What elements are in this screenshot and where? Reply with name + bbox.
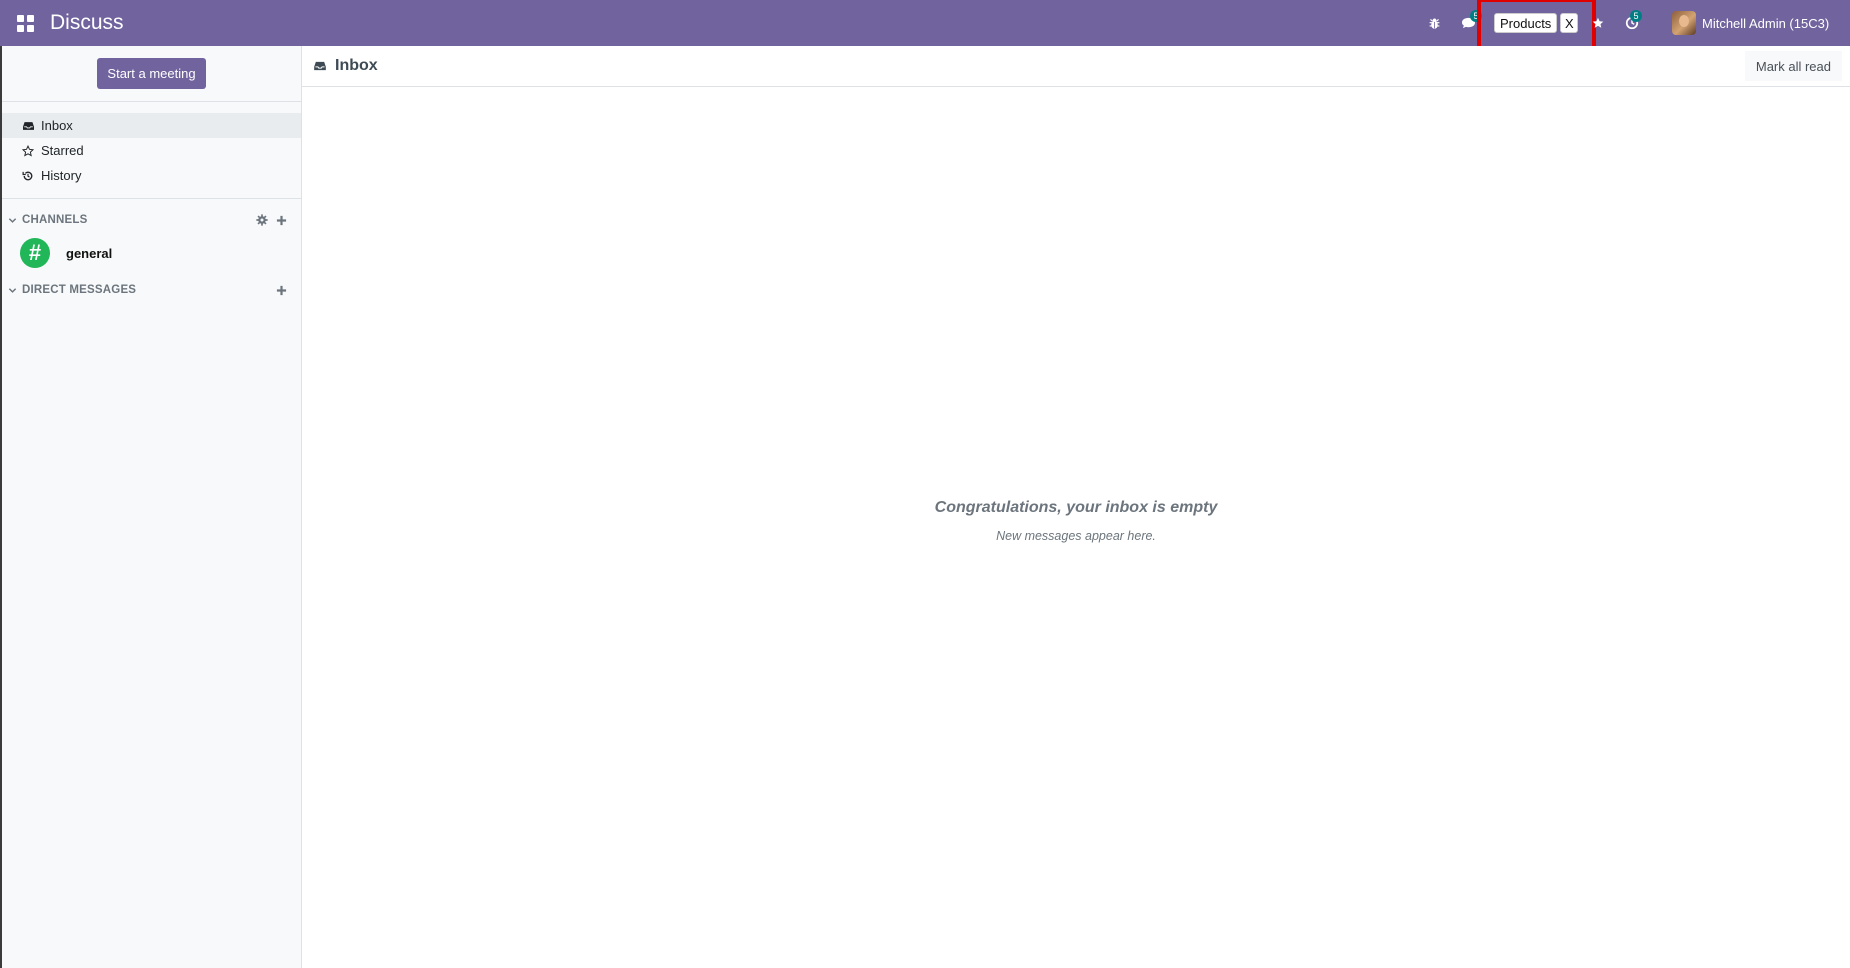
star-outline-icon (21, 144, 35, 158)
sidebar: Start a meeting Inbox Starred History CH… (0, 46, 302, 968)
debug-button[interactable] (1420, 0, 1448, 46)
gear-icon (256, 214, 268, 226)
inbox-icon (21, 119, 35, 133)
top-navbar: Discuss 5 Products X 5 Mitchell Admin (1… (0, 0, 1850, 50)
chat-badge: 5 (1470, 10, 1482, 22)
messaging-menu-button[interactable]: 5 (1452, 0, 1484, 46)
channel-item-general[interactable]: # general (2, 235, 301, 271)
empty-state-title: Congratulations, your inbox is empty (934, 499, 1218, 516)
sidebar-item-history[interactable]: History (2, 163, 301, 188)
favorite-button[interactable] (1586, 0, 1610, 46)
thread-title: Inbox (335, 57, 378, 74)
sidebar-item-label: Inbox (41, 118, 73, 133)
user-name: Mitchell Admin (15C3) (1702, 15, 1830, 31)
activity-badge: 5 (1630, 10, 1642, 22)
sidebar-item-inbox[interactable]: Inbox (2, 113, 301, 138)
history-icon (21, 169, 35, 183)
channel-settings-button[interactable] (256, 214, 268, 226)
start-meeting-button[interactable]: Start a meeting (97, 58, 206, 89)
sidebar-item-label: Starred (41, 143, 84, 158)
activity-menu-button[interactable]: 5 (1616, 0, 1648, 46)
star-icon (1592, 17, 1604, 28)
apps-icon (16, 14, 34, 32)
channels-category-header[interactable]: CHANNELS (2, 205, 301, 235)
thread-header: Inbox Mark all read (302, 46, 1850, 87)
channel-avatar: # (20, 238, 50, 268)
inbox-icon (314, 61, 326, 71)
plus-icon (276, 285, 287, 295)
empty-state-subtitle: New messages appear here. (996, 529, 1156, 543)
mailbox-list: Inbox Starred History (2, 102, 301, 199)
add-channel-button[interactable] (276, 215, 287, 226)
start-meeting-wrap: Start a meeting (2, 46, 301, 102)
products-chip-label[interactable]: Products (1494, 13, 1558, 33)
direct-messages-header-label: DIRECT MESSAGES (22, 284, 137, 296)
products-chip: Products X (1494, 12, 1579, 34)
app-title: Discuss (50, 11, 124, 34)
avatar (1672, 11, 1696, 35)
channel-name: general (66, 245, 113, 261)
empty-state: Congratulations, your inbox is empty New… (302, 499, 1850, 543)
chevron-down-icon (8, 286, 17, 295)
bug-icon (1429, 17, 1439, 29)
apps-menu-button[interactable] (0, 0, 50, 46)
sidebar-item-label: History (41, 168, 82, 183)
plus-icon (276, 215, 287, 225)
user-menu[interactable]: Mitchell Admin (15C3) (1672, 0, 1829, 46)
add-direct-message-button[interactable] (276, 285, 287, 296)
chevron-down-icon (8, 216, 17, 225)
direct-messages-category-header[interactable]: DIRECT MESSAGES (2, 275, 301, 305)
channels-header-label: CHANNELS (22, 214, 88, 226)
sidebar-item-starred[interactable]: Starred (2, 138, 301, 163)
products-chip-close-button[interactable]: X (1560, 13, 1579, 33)
mark-all-read-button[interactable]: Mark all read (1744, 51, 1842, 81)
